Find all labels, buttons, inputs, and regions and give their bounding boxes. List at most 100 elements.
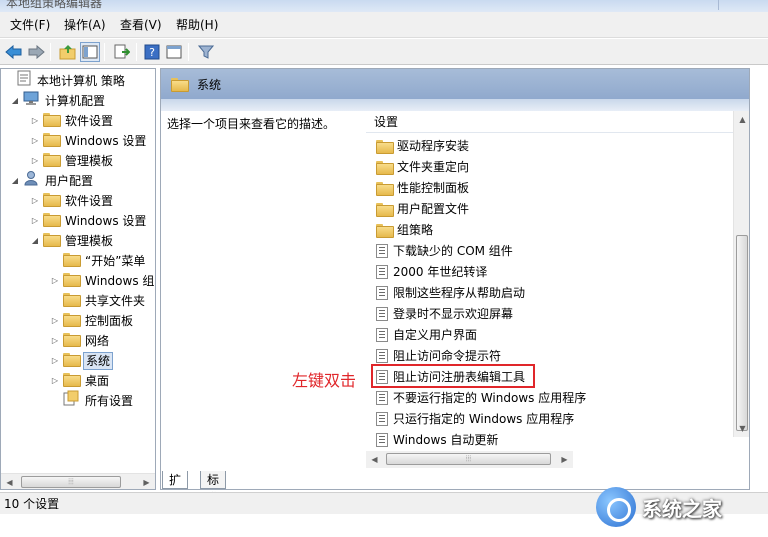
tree-hscrollbar[interactable]: ◀ ⦙⦙⦙ ▶ [1, 473, 155, 489]
computer-icon [23, 91, 39, 112]
expand-icon[interactable]: ▷ [29, 151, 41, 171]
scrollbar-thumb[interactable]: ⦙⦙⦙ [21, 476, 121, 488]
list-hscrollbar[interactable]: ◀ ⦙⦙⦙ ▶ [366, 451, 573, 468]
setting-row[interactable]: 只运行指定的 Windows 应用程序 [376, 408, 574, 429]
tab-standard[interactable]: 标准 [200, 471, 227, 505]
tree-item-computer-software[interactable]: ▷ 软件设置 [29, 111, 115, 131]
setting-row[interactable]: 不要运行指定的 Windows 应用程序 [376, 387, 586, 408]
watermark-text: 系统之家 [642, 496, 722, 521]
row-label: 阻止访问命令提示符 [393, 349, 502, 363]
expand-icon[interactable]: ▷ [29, 211, 41, 231]
list-vscrollbar[interactable]: ▲ ▼ [733, 111, 749, 437]
tree-item-root[interactable]: 本地计算机 策略 [3, 70, 127, 91]
folder-icon [43, 191, 61, 211]
setting-row[interactable]: 2000 年世纪转译 [376, 261, 487, 282]
setting-icon [376, 327, 388, 342]
tree-pane: 本地计算机 策略 ◢ 计算机配置 ▷ 软件设置 ▷ Windows 设置 ▷ 管… [0, 68, 156, 490]
setting-row[interactable]: 下载缺少的 COM 组件 [376, 240, 513, 261]
tree-item-user-windows[interactable]: ▷ Windows 设置 [29, 211, 148, 231]
setting-row[interactable]: 限制这些程序从帮助启动 [376, 282, 525, 303]
column-header-settings[interactable]: 设置 [366, 111, 736, 133]
expand-icon[interactable]: ▷ [29, 191, 41, 211]
tree-item-control-panel[interactable]: ▷ 控制面板 [49, 311, 135, 331]
collapse-icon[interactable]: ◢ [9, 91, 21, 111]
back-icon[interactable] [4, 42, 24, 62]
tree-item-user-admin[interactable]: ◢ 管理模板 [29, 231, 115, 251]
setting-icon [376, 306, 388, 321]
folder-icon [63, 291, 81, 311]
tree-item-windows-components[interactable]: ▷ Windows 组 [49, 271, 155, 291]
tree-item-desktop[interactable]: ▷ 桌面 [49, 371, 111, 391]
expand-icon[interactable]: ▷ [49, 331, 61, 351]
tree-item-all-settings[interactable]: 所有设置 [49, 390, 135, 411]
scroll-left-icon[interactable]: ◀ [366, 451, 383, 467]
collapse-icon[interactable]: ◢ [9, 171, 21, 191]
folder-icon [63, 311, 81, 331]
properties-icon[interactable] [164, 42, 184, 62]
scroll-up-icon[interactable]: ▲ [734, 111, 749, 127]
details-title: 系统 [197, 77, 222, 92]
expand-icon[interactable]: ▷ [49, 271, 61, 291]
folder-row[interactable]: 文件夹重定向 [376, 156, 469, 177]
folder-row[interactable]: 性能控制面板 [376, 177, 469, 198]
setting-row[interactable]: 阻止访问命令提示符 [376, 345, 501, 366]
folder-icon [63, 271, 81, 291]
show-hide-tree-icon[interactable] [80, 42, 100, 62]
up-folder-icon[interactable] [58, 42, 78, 62]
expand-icon[interactable]: ▷ [49, 371, 61, 391]
tab-extended[interactable]: 扩展 [162, 471, 189, 505]
annotation-label: 左键双击 [292, 371, 357, 390]
forward-icon[interactable] [26, 42, 46, 62]
row-label: 用户配置文件 [397, 202, 470, 216]
setting-row[interactable]: 自定义用户界面 [376, 324, 477, 345]
tree-item-computer-config[interactable]: ◢ 计算机配置 [9, 91, 107, 111]
export-list-icon[interactable] [112, 42, 132, 62]
folder-icon [376, 181, 394, 196]
filter-icon[interactable] [196, 42, 216, 62]
expand-icon[interactable]: ▷ [29, 111, 41, 131]
tree-item-start-menu[interactable]: “开始”菜单 [49, 251, 147, 271]
folder-row[interactable]: 驱动程序安装 [376, 135, 469, 156]
menu-action[interactable]: 操作(A) [62, 16, 108, 34]
scroll-right-icon[interactable]: ▶ [556, 451, 573, 467]
scroll-down-icon[interactable]: ▼ [734, 420, 749, 436]
folder-icon [43, 131, 61, 151]
folder-row[interactable]: 用户配置文件 [376, 198, 469, 219]
setting-row[interactable]: 登录时不显示欢迎屏幕 [376, 303, 513, 324]
menu-help[interactable]: 帮助(H) [174, 16, 220, 34]
help-icon[interactable]: ? [142, 42, 162, 62]
scroll-right-icon[interactable]: ▶ [138, 474, 155, 489]
folder-icon [43, 151, 61, 171]
folder-icon [376, 202, 394, 217]
tree-item-system[interactable]: ▷ 系统 [49, 351, 114, 371]
tree-item-user-config[interactable]: ◢ 用户配置 [9, 171, 95, 191]
setting-row[interactable]: Windows 自动更新 [376, 429, 498, 450]
tree-item-computer-windows[interactable]: ▷ Windows 设置 [29, 131, 148, 151]
toolbar-separator [50, 43, 51, 61]
row-label: 登录时不显示欢迎屏幕 [393, 307, 514, 321]
tree-item-computer-admin[interactable]: ▷ 管理模板 [29, 151, 115, 171]
window-controls[interactable] [718, 0, 758, 10]
tree-item-user-software[interactable]: ▷ 软件设置 [29, 191, 115, 211]
expand-icon[interactable]: ▷ [49, 351, 61, 371]
tree-item-shared-folders[interactable]: 共享文件夹 [49, 291, 147, 311]
scrollbar-thumb[interactable] [736, 235, 748, 431]
setting-icon [376, 243, 388, 258]
collapse-icon[interactable]: ◢ [29, 231, 41, 251]
expand-icon[interactable]: ▷ [29, 131, 41, 151]
scroll-left-icon[interactable]: ◀ [1, 474, 18, 489]
details-header: 系统 [161, 69, 749, 99]
tree-item-network[interactable]: ▷ 网络 [49, 331, 111, 351]
menu-view[interactable]: 查看(V) [118, 16, 164, 34]
scrollbar-thumb[interactable]: ⦙⦙⦙ [386, 453, 551, 465]
header-gradient [161, 99, 749, 111]
highlight-box [371, 364, 535, 388]
row-label: 下载缺少的 COM 组件 [393, 244, 513, 258]
svg-text:?: ? [149, 46, 155, 59]
menu-file[interactable]: 文件(F) [8, 16, 52, 34]
menu-bar: 文件(F) 操作(A) 查看(V) 帮助(H) [0, 12, 768, 38]
expand-icon[interactable]: ▷ [49, 311, 61, 331]
details-pane: 系统 选择一个项目来查看它的描述。 设置 驱动程序安装 文件夹重定向 性能控制面板用… [160, 68, 750, 490]
row-label: 只运行指定的 Windows 应用程序 [393, 412, 575, 426]
folder-row[interactable]: 组策略 [376, 219, 433, 240]
